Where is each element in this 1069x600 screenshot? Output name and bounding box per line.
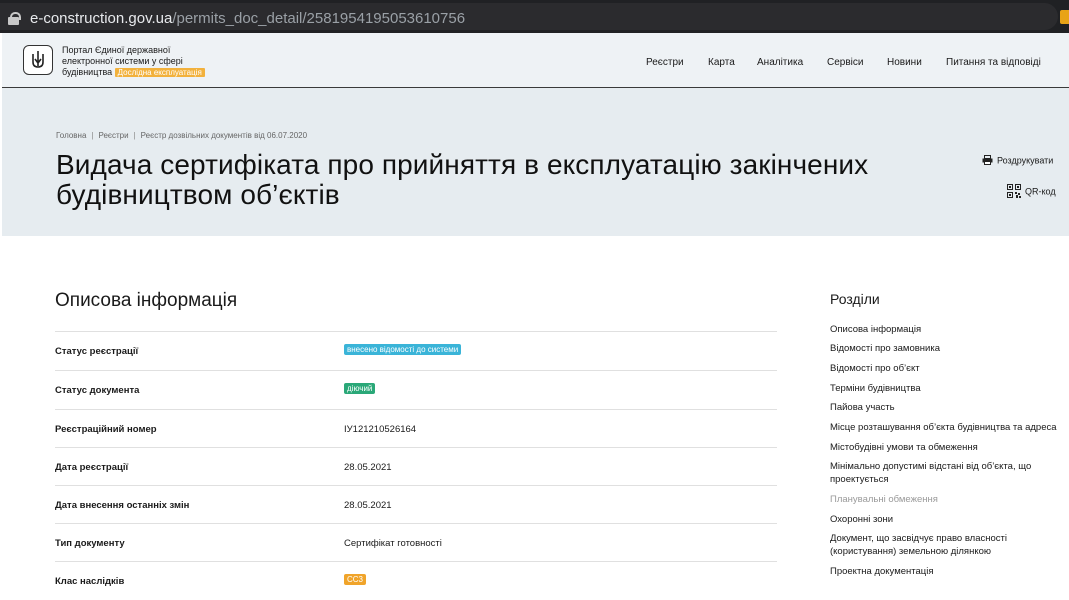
- page-title: Видача сертифіката про прийняття в експл…: [56, 149, 869, 210]
- status-badge: внесено відомості до системи: [344, 344, 462, 355]
- sidebar-title: Розділи: [830, 291, 880, 307]
- sidebar-item[interactable]: Пайова участь: [830, 401, 1065, 414]
- sidebar-item[interactable]: Терміни будівництва: [830, 382, 1065, 395]
- trident-logo-icon[interactable]: [23, 45, 53, 75]
- nav-faq[interactable]: Питання та відповіді: [946, 57, 1041, 68]
- table-row: Клас наслідків СС3: [55, 561, 777, 600]
- row-label: Реєстраційний номер: [55, 424, 157, 435]
- print-button[interactable]: Роздрукувати: [982, 155, 1053, 167]
- sidebar-item[interactable]: Описова інформація: [830, 323, 1065, 336]
- table-row: Статус реєстрації внесено відомості до с…: [55, 331, 777, 370]
- beta-badge: Дослідна експлуатація: [114, 68, 205, 77]
- sidebar-item[interactable]: Охоронні зони: [830, 513, 1065, 526]
- address-bar[interactable]: e-construction.gov.ua/permits_doc_detail…: [0, 3, 1058, 30]
- table-row: Статус документа діючий: [55, 370, 777, 409]
- table-row: Дата реєстрації 28.05.2021: [55, 447, 777, 486]
- row-label: Дата внесення останніх змін: [55, 500, 190, 511]
- row-label: Статус реєстрації: [55, 346, 139, 357]
- sidebar-item[interactable]: Місце розташування об’єкта будівництва т…: [830, 421, 1065, 434]
- breadcrumb-home[interactable]: Головна: [56, 131, 86, 140]
- row-value: ІУ121210526164: [344, 424, 417, 435]
- sidebar-item[interactable]: Відомості про об’єкт: [830, 362, 1065, 375]
- page-hero: Головна | Реєстри | Реєстр дозвільних докуме…: [2, 88, 1069, 236]
- consequence-class-badge: СС3: [344, 574, 367, 585]
- sidebar-item[interactable]: Відомості про замовника: [830, 342, 1065, 355]
- sidebar-item[interactable]: Документ, що засвідчує право власності (…: [830, 532, 1060, 558]
- nav-analytics[interactable]: Аналітика: [757, 57, 803, 68]
- qr-code-button[interactable]: QR-код: [1007, 184, 1056, 200]
- section-title: Описова інформація: [55, 290, 238, 311]
- row-value: Сертифікат готовності: [344, 538, 442, 549]
- table-row: Реєстраційний номер ІУ121210526164: [55, 409, 777, 448]
- sidebar-item[interactable]: Проектна документація: [830, 565, 1065, 578]
- sidebar-item[interactable]: Планувальні обмеження: [830, 493, 1065, 506]
- row-value: 28.05.2021: [344, 500, 392, 511]
- row-label: Клас наслідків: [55, 576, 125, 587]
- site-header: Портал Єдиної державної електронної сист…: [2, 33, 1069, 88]
- row-value: 28.05.2021: [344, 462, 392, 473]
- extension-icon[interactable]: [1060, 10, 1069, 24]
- status-badge: діючий: [344, 383, 376, 394]
- sidebar-item[interactable]: Містобудівні умови та обмеження: [830, 441, 1065, 454]
- breadcrumb: Головна | Реєстри | Реєстр дозвільних докуме…: [56, 131, 308, 140]
- printer-icon: [982, 155, 993, 167]
- row-label: Статус документа: [55, 385, 140, 396]
- qr-code-icon: [1007, 184, 1021, 200]
- sidebar-item[interactable]: Мінімально допустимі відстані від об’єкт…: [830, 460, 1060, 486]
- table-row: Тип документу Сертифікат готовності: [55, 523, 777, 562]
- url-text[interactable]: e-construction.gov.ua/permits_doc_detail…: [30, 10, 465, 27]
- nav-map[interactable]: Карта: [708, 57, 735, 68]
- portal-brand[interactable]: Портал Єдиної державної електронної сист…: [62, 45, 232, 78]
- nav-registries[interactable]: Реєстри: [646, 57, 684, 68]
- table-row: Дата внесення останніх змін 28.05.2021: [55, 485, 777, 524]
- browser-toolbar: e-construction.gov.ua/permits_doc_detail…: [0, 0, 1069, 33]
- nav-services[interactable]: Сервіси: [827, 57, 863, 68]
- nav-news[interactable]: Новини: [887, 57, 922, 68]
- breadcrumb-registries[interactable]: Реєстри: [98, 131, 128, 140]
- row-label: Дата реєстрації: [55, 462, 129, 473]
- breadcrumb-current[interactable]: Реєстр дозвільних документів від 06.07.2…: [141, 131, 307, 140]
- row-label: Тип документу: [55, 538, 125, 549]
